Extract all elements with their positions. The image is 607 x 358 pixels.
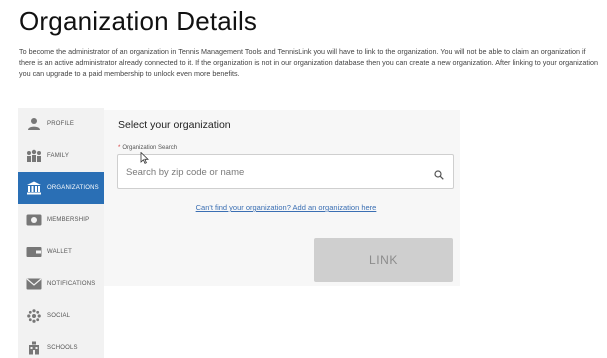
sidebar-item-family[interactable]: FAMILY xyxy=(18,140,104,172)
wallet-icon xyxy=(25,244,43,260)
sidebar-item-organizations[interactable]: ORGANIZATIONS xyxy=(18,172,104,204)
organization-search-box[interactable] xyxy=(117,154,454,189)
sidebar: PROFILE FAMILY ORGANIZATIONS MEMBERSHIP … xyxy=(18,108,104,358)
mouse-cursor-icon xyxy=(140,151,149,164)
family-icon xyxy=(25,148,43,164)
add-organization-link[interactable]: Can't find your organization? Add an org… xyxy=(188,203,384,212)
sidebar-item-label: NOTIFICATIONS xyxy=(47,281,96,287)
organization-select-card: Select your organization * Organization S… xyxy=(104,110,460,286)
sidebar-item-label: ORGANIZATIONS xyxy=(47,185,99,191)
page-title: Organization Details xyxy=(19,6,258,36)
notifications-icon xyxy=(25,276,43,292)
building-icon xyxy=(25,180,43,196)
required-marker: * xyxy=(118,145,121,151)
sidebar-item-notifications[interactable]: NOTIFICATIONS xyxy=(18,268,104,300)
membership-card-icon xyxy=(25,212,43,228)
sidebar-item-label: SCHOOLS xyxy=(47,345,78,351)
school-icon xyxy=(25,340,43,356)
intro-text: To become the administrator of an organi… xyxy=(19,47,598,78)
sidebar-item-label: PROFILE xyxy=(47,121,75,127)
sidebar-item-profile[interactable]: PROFILE xyxy=(18,108,104,140)
sidebar-item-social[interactable]: SOCIAL xyxy=(18,300,104,332)
sidebar-item-membership[interactable]: MEMBERSHIP xyxy=(18,204,104,236)
sidebar-item-label: WALLET xyxy=(47,249,72,255)
sidebar-item-label: MEMBERSHIP xyxy=(47,217,90,223)
card-title: Select your organization xyxy=(118,119,231,131)
social-icon xyxy=(25,308,43,324)
field-label-text: Organization Search xyxy=(122,145,178,151)
person-icon xyxy=(25,116,43,132)
link-button[interactable]: LINK xyxy=(314,238,453,282)
search-icon[interactable] xyxy=(434,167,444,180)
sidebar-item-wallet[interactable]: WALLET xyxy=(18,236,104,268)
sidebar-item-schools[interactable]: SCHOOLS xyxy=(18,332,104,358)
sidebar-item-label: SOCIAL xyxy=(47,313,71,319)
sidebar-item-label: FAMILY xyxy=(47,153,70,159)
organization-search-input[interactable] xyxy=(126,163,426,181)
